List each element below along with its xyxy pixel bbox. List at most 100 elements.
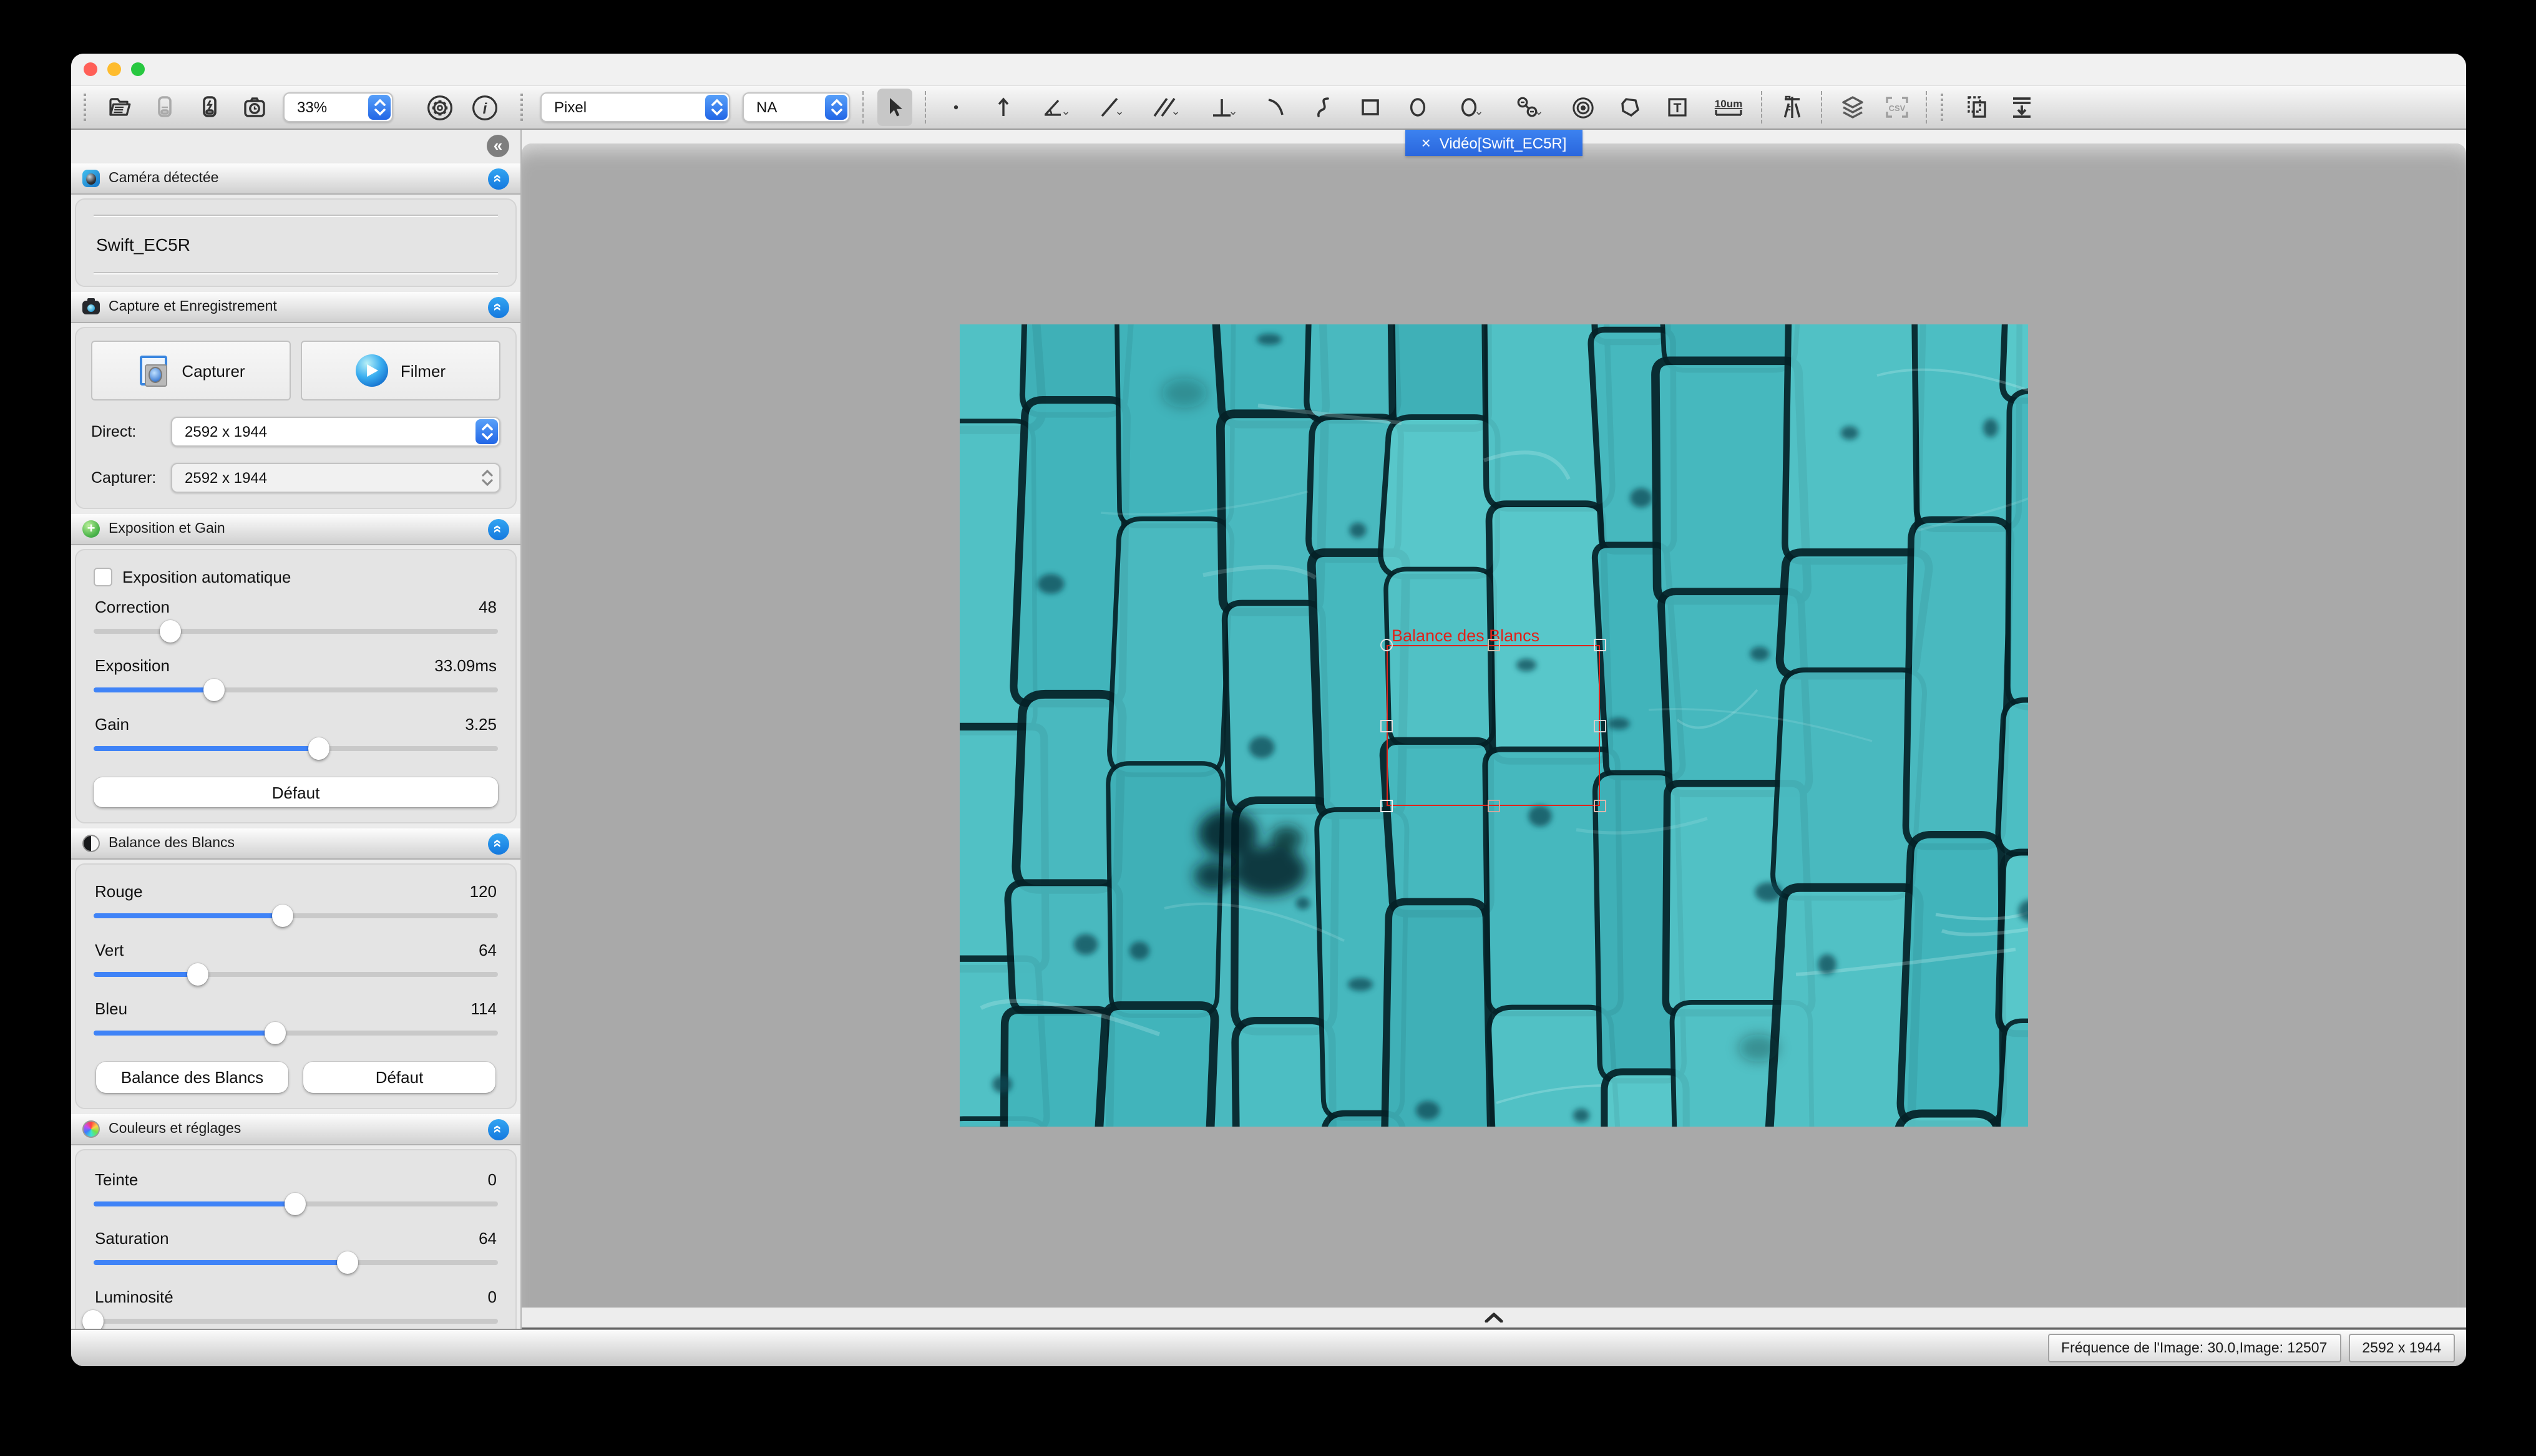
white-balance-default-button[interactable]: Défaut (303, 1062, 495, 1093)
roi-handle[interactable] (1380, 800, 1393, 812)
objective-na-select[interactable]: NA (743, 92, 850, 122)
brightness-slider[interactable] (94, 1308, 498, 1329)
title-bar (71, 54, 2466, 85)
curve-tool-icon[interactable] (1307, 91, 1339, 124)
saturation-slider[interactable] (94, 1249, 498, 1276)
slider-thumb[interactable] (187, 963, 208, 986)
layers-icon[interactable] (1836, 91, 1868, 124)
calipers-icon[interactable] (1776, 91, 1808, 124)
main-content: « Caméra détectée « Swift_EC5R (71, 130, 2466, 1329)
perpendicular-tool-icon[interactable]: ⌄ (1202, 91, 1244, 124)
exposure-default-button[interactable]: Défaut (94, 777, 498, 807)
white-balance-roi[interactable] (1387, 645, 1600, 806)
video-viewport: Balance des Blancs (522, 143, 2466, 1308)
duplicate-icon[interactable] (1961, 91, 1993, 124)
record-button[interactable]: Filmer (301, 341, 500, 400)
slider-thumb[interactable] (82, 1310, 104, 1329)
correction-slider[interactable] (94, 618, 498, 645)
close-window-button[interactable] (84, 62, 97, 76)
open-file-icon[interactable] (104, 91, 136, 124)
gain-slider[interactable] (94, 735, 498, 762)
slider-thumb[interactable] (265, 1022, 286, 1044)
zoom-window-button[interactable] (131, 62, 145, 76)
collapse-sidebar-button[interactable]: « (487, 135, 509, 157)
chevron-up-double-icon: « (491, 525, 506, 533)
rectangle-tool-icon[interactable] (1354, 91, 1387, 124)
stepper-icon (368, 95, 391, 120)
white-balance-button[interactable]: Balance des Blancs (96, 1062, 288, 1093)
roi-handle[interactable] (1594, 719, 1606, 732)
collapse-panel-button[interactable]: « (488, 518, 509, 540)
app-window: 33% i (71, 54, 2466, 1366)
collapse-panel-button[interactable]: « (488, 1119, 509, 1140)
parallel-lines-tool-icon[interactable]: ⌄ (1144, 91, 1187, 124)
roi-handle[interactable] (1594, 800, 1606, 812)
polygon-tool-icon[interactable] (1614, 91, 1646, 124)
roi-handle[interactable] (1380, 719, 1393, 732)
slider-thumb[interactable] (285, 1193, 306, 1215)
blue-slider[interactable] (94, 1019, 498, 1047)
arrow-tool-icon[interactable] (987, 91, 1020, 124)
divider (94, 272, 498, 273)
panel-title: Capture et Enregistrement (109, 299, 277, 314)
svg-text:T: T (1674, 101, 1682, 115)
ellipse-options-tool-icon[interactable]: ⌄ (1449, 91, 1491, 124)
info-icon[interactable]: i (468, 91, 500, 124)
slider-value: 3.25 (465, 715, 497, 734)
panel-title: Balance des Blancs (109, 836, 235, 851)
roi-handle[interactable] (1380, 639, 1393, 651)
screen: 33% i (0, 0, 2536, 1456)
divider (94, 215, 498, 216)
slider-thumb[interactable] (273, 905, 294, 927)
panel-header-exposure: + Exposition et Gain « (71, 513, 520, 545)
sidebar-topbar: « (71, 130, 520, 162)
roi-handle[interactable] (1487, 639, 1500, 651)
camera-timer-icon[interactable] (238, 91, 271, 124)
zoom-level-value: 33% (297, 99, 327, 116)
scale-bar-10um-icon[interactable]: 10um (1709, 91, 1748, 124)
roi-handle[interactable] (1487, 800, 1500, 812)
detected-camera-name: Swift_EC5R (96, 235, 495, 255)
main-toolbar: 33% i (71, 85, 2466, 130)
collapse-panel-button[interactable]: « (488, 296, 509, 318)
capture-button[interactable]: Capturer (91, 341, 291, 400)
camera-device-icon (149, 91, 181, 124)
settings-gear-icon[interactable] (423, 91, 456, 124)
ellipse-tool-icon[interactable] (1402, 91, 1434, 124)
zoom-level-select[interactable]: 33% (283, 92, 393, 122)
arc-tool-icon[interactable] (1259, 91, 1292, 124)
collapse-panel-button[interactable]: « (488, 168, 509, 189)
unit-select[interactable]: Pixel (540, 92, 730, 122)
slider-group-blue: Bleu 114 (94, 999, 498, 1047)
slider-thumb[interactable] (309, 737, 330, 760)
concentric-circles-tool-icon[interactable] (1566, 91, 1599, 124)
linked-circles-tool-icon[interactable]: ⌄ (1506, 91, 1551, 124)
export-image-icon[interactable] (2006, 91, 2038, 124)
chevron-up-double-icon: « (491, 1125, 506, 1133)
colors-panel-body: Teinte 0 Saturation 64 (75, 1149, 517, 1329)
slider-thumb[interactable] (159, 620, 180, 643)
capture-panel-body: Capturer Filmer Direct: 2592 x 1944 (75, 327, 517, 509)
auto-exposure-checkbox[interactable] (94, 568, 112, 586)
close-tab-icon[interactable]: × (1422, 135, 1431, 151)
line-tool-icon[interactable]: ⌄ (1092, 91, 1129, 124)
hue-slider[interactable] (94, 1190, 498, 1218)
green-slider[interactable] (94, 961, 498, 988)
collapse-panel-button[interactable]: « (488, 833, 509, 854)
slider-group-saturation: Saturation 64 (94, 1229, 498, 1276)
tab-video[interactable]: × Vidéo[Swift_EC5R] (1405, 130, 1583, 156)
angle-tool-icon[interactable]: ⌄ (1035, 91, 1077, 124)
point-tool-icon[interactable] (940, 91, 972, 124)
capture-resolution-select[interactable]: 2592 x 1944 (171, 463, 500, 493)
bottom-panel-toggle[interactable] (522, 1308, 2466, 1329)
text-tool-icon[interactable]: T (1661, 91, 1694, 124)
camera-device-flash-icon[interactable] (193, 91, 226, 124)
roi-handle[interactable] (1594, 639, 1606, 651)
slider-thumb[interactable] (337, 1251, 358, 1274)
slider-thumb[interactable] (203, 679, 225, 701)
red-slider[interactable] (94, 902, 498, 929)
direct-resolution-select[interactable]: 2592 x 1944 (171, 417, 500, 447)
exposure-slider[interactable] (94, 676, 498, 704)
cursor-tool-icon[interactable] (877, 89, 912, 126)
minimize-window-button[interactable] (107, 62, 121, 76)
